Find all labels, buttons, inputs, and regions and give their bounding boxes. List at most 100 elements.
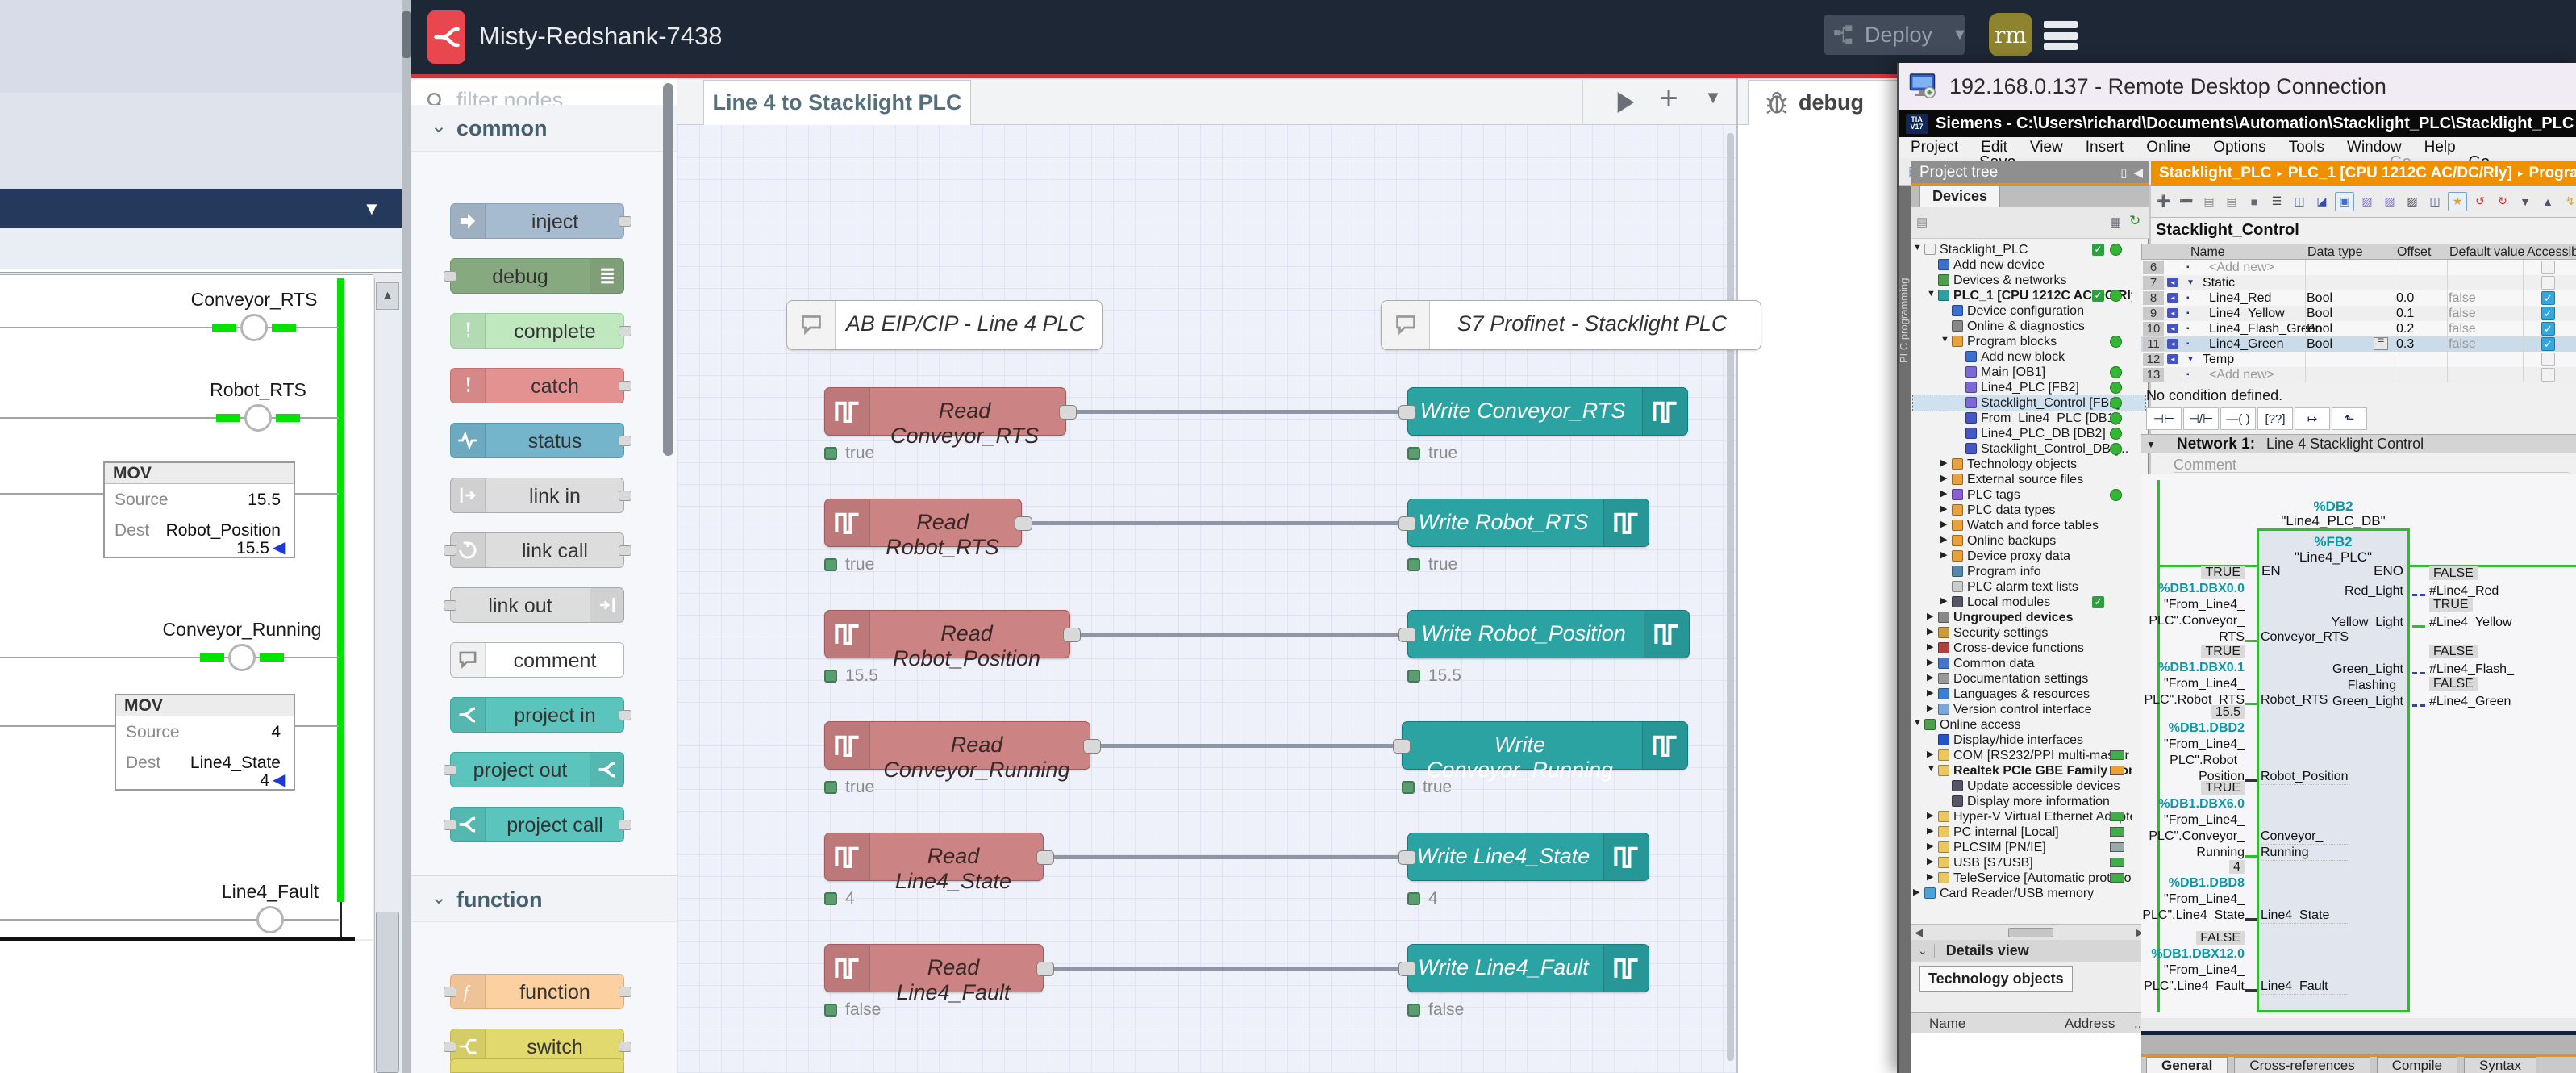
flow-node-read-conveyor_running[interactable]: Read Conveyor_Running (824, 721, 1090, 770)
palette-node-debug[interactable]: debug (450, 258, 624, 294)
tag-toolbar-icon-5[interactable]: ☰ (2267, 192, 2286, 211)
deploy-dropdown-chevron[interactable]: ▼ (1952, 26, 1968, 44)
tree-item-plc-alarm-text-lists[interactable]: PLC alarm text lists (1913, 579, 2145, 595)
palette-node-status[interactable]: status (450, 423, 624, 458)
tree-item-languages-resources[interactable]: ▶Languages & resources (1913, 687, 2145, 702)
tag-toolbar-icon-6[interactable]: ◫ (2290, 192, 2309, 211)
tree-item-display-hide-interfaces[interactable]: Display/hide interfaces (1913, 733, 2145, 748)
tag-toolbar-icon-0[interactable]: ➕ (2154, 192, 2174, 211)
network-collapse-icon[interactable]: ▼ (2146, 439, 2156, 450)
tab-devices[interactable]: Devices (1919, 186, 2000, 207)
tree-item-teleservice-automatic-protoco-[interactable]: ▶TeleService [Automatic protoco... (1913, 871, 2145, 886)
flow-node-write-line4_fault[interactable]: Write Line4_Fault (1407, 944, 1649, 992)
node-output-port[interactable] (619, 381, 631, 391)
tag-toolbar-icon-3[interactable]: ▤ (2222, 192, 2241, 211)
tree-item-plc-data-types[interactable]: ▶PLC data types (1913, 503, 2145, 518)
node-output-port[interactable] (619, 216, 631, 227)
flow-node-read-robot_position[interactable]: Read Robot_Position (824, 610, 1070, 658)
palette-node-link-in[interactable]: link in (450, 478, 624, 513)
tree-expander-icon[interactable]: ▶ (1927, 825, 1933, 836)
tag-row-9[interactable]: 9◂▪Line4_YellowBool0.1false✓ (2141, 306, 2576, 321)
node-output-port[interactable] (1036, 962, 1054, 976)
flow-wire[interactable] (1048, 967, 1403, 971)
tree-expander-icon[interactable]: ▶ (1940, 595, 1947, 606)
tree-item-device-configuration[interactable]: Device configuration (1913, 303, 2145, 319)
tree-expander-icon[interactable]: ▶ (1927, 626, 1933, 637)
tag-toolbar-icon-13[interactable]: ★ (2448, 192, 2467, 211)
accessible-checkbox[interactable]: ✓ (2541, 322, 2555, 336)
palette-node-project-call[interactable]: project call (450, 807, 624, 842)
palette-node-complete[interactable]: complete (450, 313, 624, 349)
mov-block-robot-position[interactable]: MOVSource15.5DestRobot_Position15.5◀ (103, 461, 295, 558)
flow-wire[interactable] (1071, 410, 1403, 414)
tag-toolbar-icon-8[interactable]: ▣ (2335, 192, 2354, 211)
node-input-port[interactable] (444, 545, 456, 556)
scroll-left-icon[interactable]: ◀ (1915, 926, 1923, 939)
tree-item-com-rs232-ppi-multi-master-c-[interactable]: ▶COM [RS232/PPI multi-master c... (1913, 748, 2145, 763)
tree-item-plc-1-cpu-1212c-ac-dc-rly-[interactable]: ▼PLC_1 [CPU 1212C AC/DC/Rly]✓ (1913, 288, 2145, 303)
tree-expander-icon[interactable]: ▶ (1927, 841, 1933, 851)
flow-node-read-line4_state[interactable]: Read Line4_State (824, 833, 1044, 881)
tree-expander-icon[interactable]: ▶ (1927, 672, 1933, 683)
menu-project[interactable]: Project (1911, 139, 1958, 157)
tag-row-11[interactable]: 11◂▪Line4_GreenBool☰0.3false✓ (2141, 336, 2576, 352)
tab-technology-objects[interactable]: Technology objects (1919, 966, 2073, 992)
node-output-port[interactable] (619, 436, 631, 446)
close-branch-icon[interactable]: ⬑ (2332, 407, 2367, 430)
flow-node-read-robot_rts[interactable]: Read Robot_RTS (824, 499, 1022, 547)
accessible-checkbox[interactable]: ✓ (2541, 291, 2555, 305)
run-flow-button[interactable] (1607, 84, 1644, 121)
contact-nc-icon[interactable]: ⊣/⊢ (2183, 407, 2219, 430)
tree-expander-icon[interactable]: ▼ (1913, 718, 1922, 728)
tree-expander-icon[interactable]: ▶ (1927, 611, 1933, 621)
tree-item-from-line4-plc-db1-[interactable]: From_Line4_PLC [DB1] (1913, 411, 2145, 426)
flow-node-write-line4_state[interactable]: Write Line4_State (1407, 833, 1649, 881)
user-avatar[interactable]: rm (1989, 13, 2032, 56)
tree-item-program-blocks[interactable]: ▼Program blocks (1913, 334, 2145, 349)
main-menu-button[interactable] (2044, 18, 2078, 53)
tab-list-chevron[interactable]: ▼ (1697, 87, 1729, 119)
tree-item-add-new-device[interactable]: Add new device (1913, 257, 2145, 273)
tree-item-security-settings[interactable]: ▶Security settings (1913, 625, 2145, 641)
details-chevron-icon[interactable]: ⌄ (1918, 944, 1935, 958)
tree-expander-icon[interactable]: ▶ (1927, 871, 1933, 882)
mov-block-line4-state[interactable]: MOVSource4DestLine4_State4◀ (115, 694, 295, 791)
tag-toolbar-icon-18[interactable]: ↯ (2561, 192, 2576, 211)
contact-no-icon[interactable]: ⊣⊢ (2146, 407, 2182, 430)
open-branch-icon[interactable]: ↦ (2295, 407, 2330, 430)
flow-node-write-conveyor_running[interactable]: Write Conveyor_Running (1402, 721, 1688, 770)
node-input-port[interactable] (1398, 628, 1416, 642)
flow-wire[interactable] (1095, 744, 1397, 748)
tag-row-6[interactable]: 6▪<Add new> (2141, 260, 2576, 275)
tree-filter-icon[interactable]: ▤ (1916, 215, 1928, 229)
node-output-port[interactable] (1059, 405, 1077, 420)
node-output-port[interactable] (619, 545, 631, 556)
tree-expander-icon[interactable]: ▼ (1927, 764, 1936, 774)
editor-breadcrumb[interactable]: Stacklight_PLC▸PLC_1 [CPU 1212C AC/DC/Rl… (2151, 161, 2576, 186)
coil-icon[interactable]: —( ) (2220, 407, 2256, 430)
tree-item-local-modules[interactable]: ▶Local modules✓ (1913, 595, 2145, 610)
accessible-checkbox[interactable] (2541, 276, 2555, 290)
tree-hscrollbar[interactable]: ◀▶ (1911, 924, 2149, 940)
tree-expander-icon[interactable]: ▶ (1913, 887, 1919, 897)
palette-node-catch[interactable]: catch (450, 368, 624, 403)
menu-view[interactable]: View (2030, 139, 2063, 157)
tree-item-plcsim-pn-ie-[interactable]: ▶PLCSIM [PN/IE] (1913, 840, 2145, 855)
palette-node-project-in[interactable]: project in (450, 697, 624, 733)
bottom-tab-syntax[interactable]: Syntax (2464, 1057, 2536, 1073)
palette-category-function[interactable]: ⌄function (411, 875, 677, 922)
node-output-port[interactable] (619, 1042, 631, 1052)
accessible-checkbox[interactable] (2541, 353, 2555, 366)
flow-wire[interactable] (1027, 521, 1403, 525)
accessible-checkbox[interactable]: ✓ (2541, 307, 2555, 320)
deploy-button[interactable]: Deploy ▼ (1824, 15, 1965, 55)
tag-row-8[interactable]: 8◂▪Line4_RedBool0.0false✓ (2141, 290, 2576, 306)
tag-toolbar-icon-16[interactable]: ▼ (2516, 192, 2535, 211)
node-input-port[interactable] (444, 600, 456, 611)
accessible-checkbox[interactable] (2541, 261, 2555, 274)
tree-expander-icon[interactable]: ▶ (1927, 856, 1933, 866)
tag-toolbar-icon-12[interactable]: ◫ (2425, 192, 2445, 211)
tree-expander-icon[interactable]: ▶ (1940, 519, 1947, 529)
add-tab-button[interactable]: + (1650, 81, 1687, 121)
node-input-port[interactable] (444, 820, 456, 830)
